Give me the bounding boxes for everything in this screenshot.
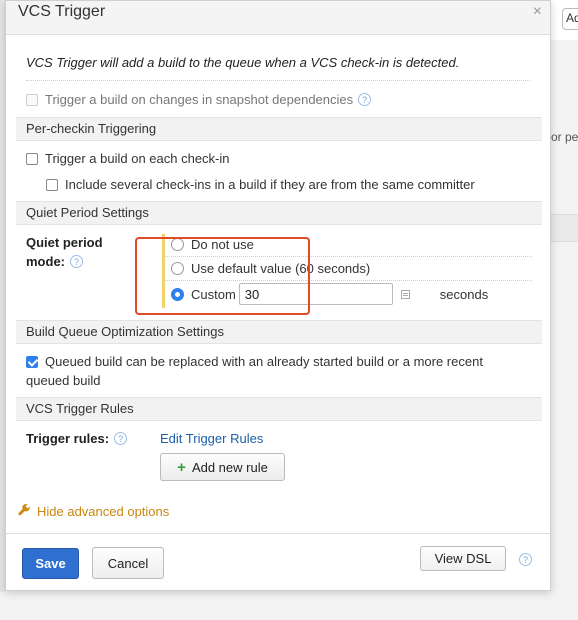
- radio-default-value[interactable]: [171, 262, 184, 275]
- seconds-unit: seconds: [439, 286, 489, 302]
- replace-queued-line1: Queued build can be replaced with an alr…: [45, 354, 483, 369]
- save-button[interactable]: Save: [22, 548, 79, 579]
- quiet-period-mode-line2-wrap: mode: ?: [26, 254, 103, 269]
- custom-seconds-input[interactable]: [238, 283, 393, 305]
- option-default-value[interactable]: Use default value (60 seconds): [171, 261, 370, 276]
- calculator-icon[interactable]: [400, 289, 410, 299]
- replace-queued-line2: queued build: [26, 373, 101, 388]
- divider: [165, 256, 532, 257]
- background-chip[interactable]: Ad: [562, 8, 578, 30]
- snapshot-deps-row: Trigger a build on changes in snapshot d…: [26, 92, 372, 107]
- replace-queued-checkbox[interactable]: [26, 356, 38, 368]
- add-new-rule-label: Add new rule: [191, 459, 268, 475]
- option-label: Do not use: [191, 237, 254, 252]
- trigger-rules-label: Trigger rules:: [26, 431, 110, 446]
- vcs-trigger-dialog: VCS Trigger × VCS Trigger will add a bui…: [5, 0, 551, 591]
- add-new-rule-button[interactable]: + Add new rule: [160, 453, 285, 481]
- intro-text: VCS Trigger will add a build to the queu…: [26, 55, 460, 70]
- trigger-rules-label-wrap: Trigger rules: ?: [26, 431, 128, 446]
- background-chip-text: Ad: [566, 11, 578, 25]
- help-icon[interactable]: ?: [114, 432, 128, 445]
- trigger-rules-header: VCS Trigger Rules: [16, 397, 542, 421]
- dialog-title: VCS Trigger: [18, 3, 106, 20]
- quiet-period-options: Do not use Use default value (60 seconds…: [162, 234, 532, 308]
- background-side-text: or pe: [551, 130, 578, 144]
- quiet-period-mode-label: Quiet period mode: ?: [26, 235, 103, 269]
- quiet-period-mode-line1: Quiet period: [26, 235, 103, 250]
- divider: [26, 80, 530, 81]
- several-checkins-checkbox[interactable]: [46, 178, 58, 191]
- cancel-button[interactable]: Cancel: [92, 547, 164, 579]
- radio-do-not-use[interactable]: [171, 238, 184, 251]
- radio-custom[interactable]: [171, 287, 184, 301]
- divider: [165, 280, 532, 281]
- queue-optimization-header: Build Queue Optimization Settings: [16, 320, 542, 344]
- help-icon[interactable]: ?: [519, 553, 532, 566]
- view-dsl-button[interactable]: View DSL: [420, 546, 506, 571]
- option-custom[interactable]: Custom seconds: [171, 283, 488, 305]
- option-label: Custom: [191, 286, 236, 302]
- several-checkins-row: Include several check-ins in a build if …: [46, 177, 475, 192]
- close-icon[interactable]: ×: [533, 3, 542, 21]
- replace-queued-label: Queued build can be replaced with an alr…: [26, 354, 483, 388]
- each-checkin-label: Trigger a build on each check-in: [45, 151, 230, 166]
- each-checkin-checkbox[interactable]: [26, 152, 38, 165]
- dialog-title-bar: VCS Trigger ×: [6, 1, 550, 35]
- plus-icon: +: [177, 458, 186, 476]
- help-icon[interactable]: ?: [70, 255, 83, 268]
- several-checkins-label: Include several check-ins in a build if …: [65, 177, 475, 192]
- option-label: Use default value (60 seconds): [191, 261, 371, 276]
- each-checkin-row: Trigger a build on each check-in: [26, 151, 230, 166]
- snapshot-deps-label: Trigger a build on changes in snapshot d…: [45, 92, 354, 107]
- edit-trigger-rules-link[interactable]: Edit Trigger Rules: [160, 431, 263, 446]
- hide-advanced-options-link[interactable]: Hide advanced options: [18, 503, 169, 519]
- help-icon[interactable]: ?: [358, 93, 372, 106]
- hide-advanced-options-label: Hide advanced options: [37, 503, 170, 519]
- wrench-icon: [18, 503, 31, 519]
- per-checkin-header: Per-checkin Triggering: [16, 117, 542, 141]
- replace-queued-row: Queued build can be replaced with an alr…: [26, 354, 483, 388]
- quiet-period-header: Quiet Period Settings: [16, 201, 542, 225]
- background-bottom: [0, 592, 578, 620]
- quiet-period-mode-line2: mode:: [26, 254, 65, 269]
- snapshot-deps-checkbox[interactable]: [26, 93, 38, 106]
- option-do-not-use[interactable]: Do not use: [171, 237, 254, 252]
- footer-divider: [6, 533, 550, 534]
- background-panel: [551, 214, 578, 242]
